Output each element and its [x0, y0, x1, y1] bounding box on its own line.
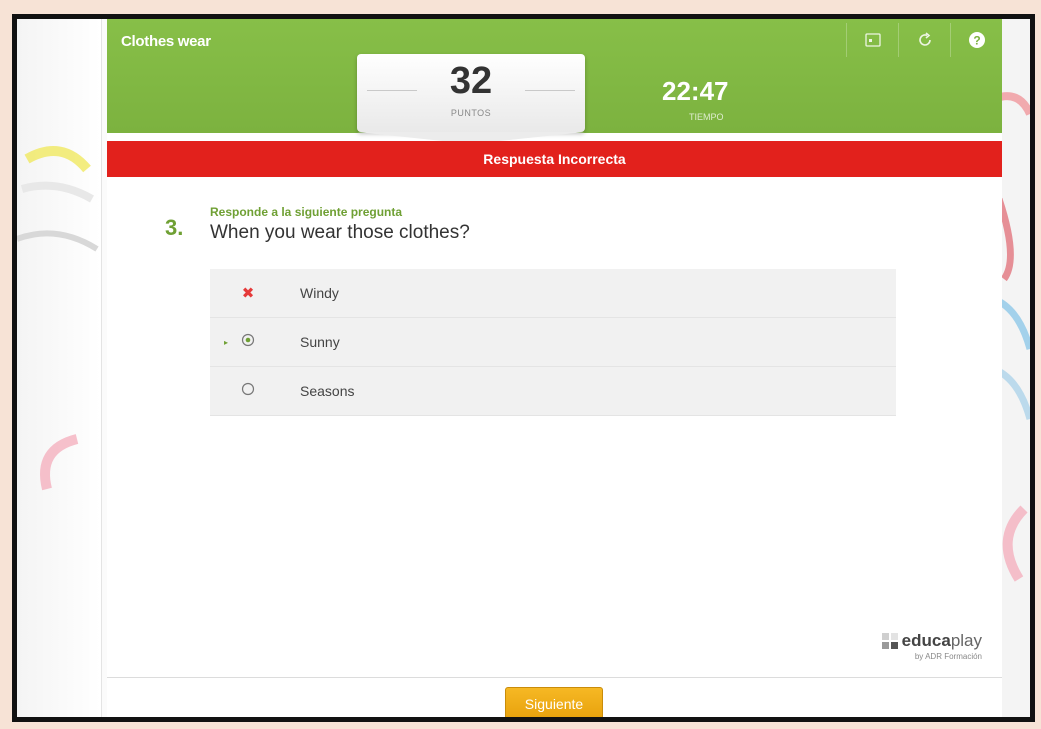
footer-divider [107, 677, 1002, 678]
answer-option-sunny[interactable]: ▸ Sunny [210, 318, 896, 367]
radio-selected-icon [234, 333, 262, 351]
refresh-icon[interactable] [898, 23, 950, 57]
decorative-hanger-left [17, 146, 99, 491]
answer-options: ✖ Windy ▸ Sunny Seasons [210, 269, 896, 416]
header-bar: Clothes wear ? 32 PUNTOS 22:47 TIEMPO [107, 19, 1002, 144]
next-button[interactable]: Siguiente [505, 687, 603, 717]
timer-label: TIEMPO [689, 112, 724, 122]
app-frame: Clothes wear ? 32 PUNTOS 22:47 TIEMPO Re… [12, 14, 1035, 722]
question-instruction: Responde a la siguiente pregunta [210, 205, 403, 219]
left-background-strip [17, 19, 102, 717]
question-number: 3. [165, 215, 184, 240]
answer-option-windy[interactable]: ✖ Windy [210, 269, 896, 318]
result-banner: Respuesta Incorrecta [107, 141, 1002, 177]
educaplay-logo-icon [881, 633, 898, 649]
score-card: 32 PUNTOS [357, 54, 585, 144]
header-icons: ? [846, 23, 1002, 57]
fullscreen-icon[interactable] [846, 23, 898, 57]
timer-value: 22:47 [662, 76, 729, 106]
radio-empty-icon [234, 382, 262, 400]
option-label: Sunny [300, 334, 340, 350]
option-label: Windy [300, 285, 339, 301]
brand-subtitle: by ADR Formación [914, 652, 982, 661]
svg-text:?: ? [973, 34, 980, 48]
brand-name: educaplay [901, 631, 982, 650]
question-text: When you wear those clothes? [210, 222, 470, 243]
score-label: PUNTOS [450, 108, 492, 118]
score-value: 32 [449, 60, 493, 102]
correct-arrow-icon: ▸ [224, 337, 229, 347]
help-icon[interactable]: ? [950, 23, 1002, 57]
option-label: Seasons [300, 383, 355, 399]
answer-option-seasons[interactable]: Seasons [210, 367, 896, 416]
app-title: Clothes wear [121, 33, 211, 50]
quiz-app: Clothes wear ? 32 PUNTOS 22:47 TIEMPO Re… [107, 19, 1002, 717]
educaplay-logo[interactable]: educaplay by ADR Formación [881, 631, 982, 661]
wrong-x-icon: ✖ [241, 285, 255, 302]
